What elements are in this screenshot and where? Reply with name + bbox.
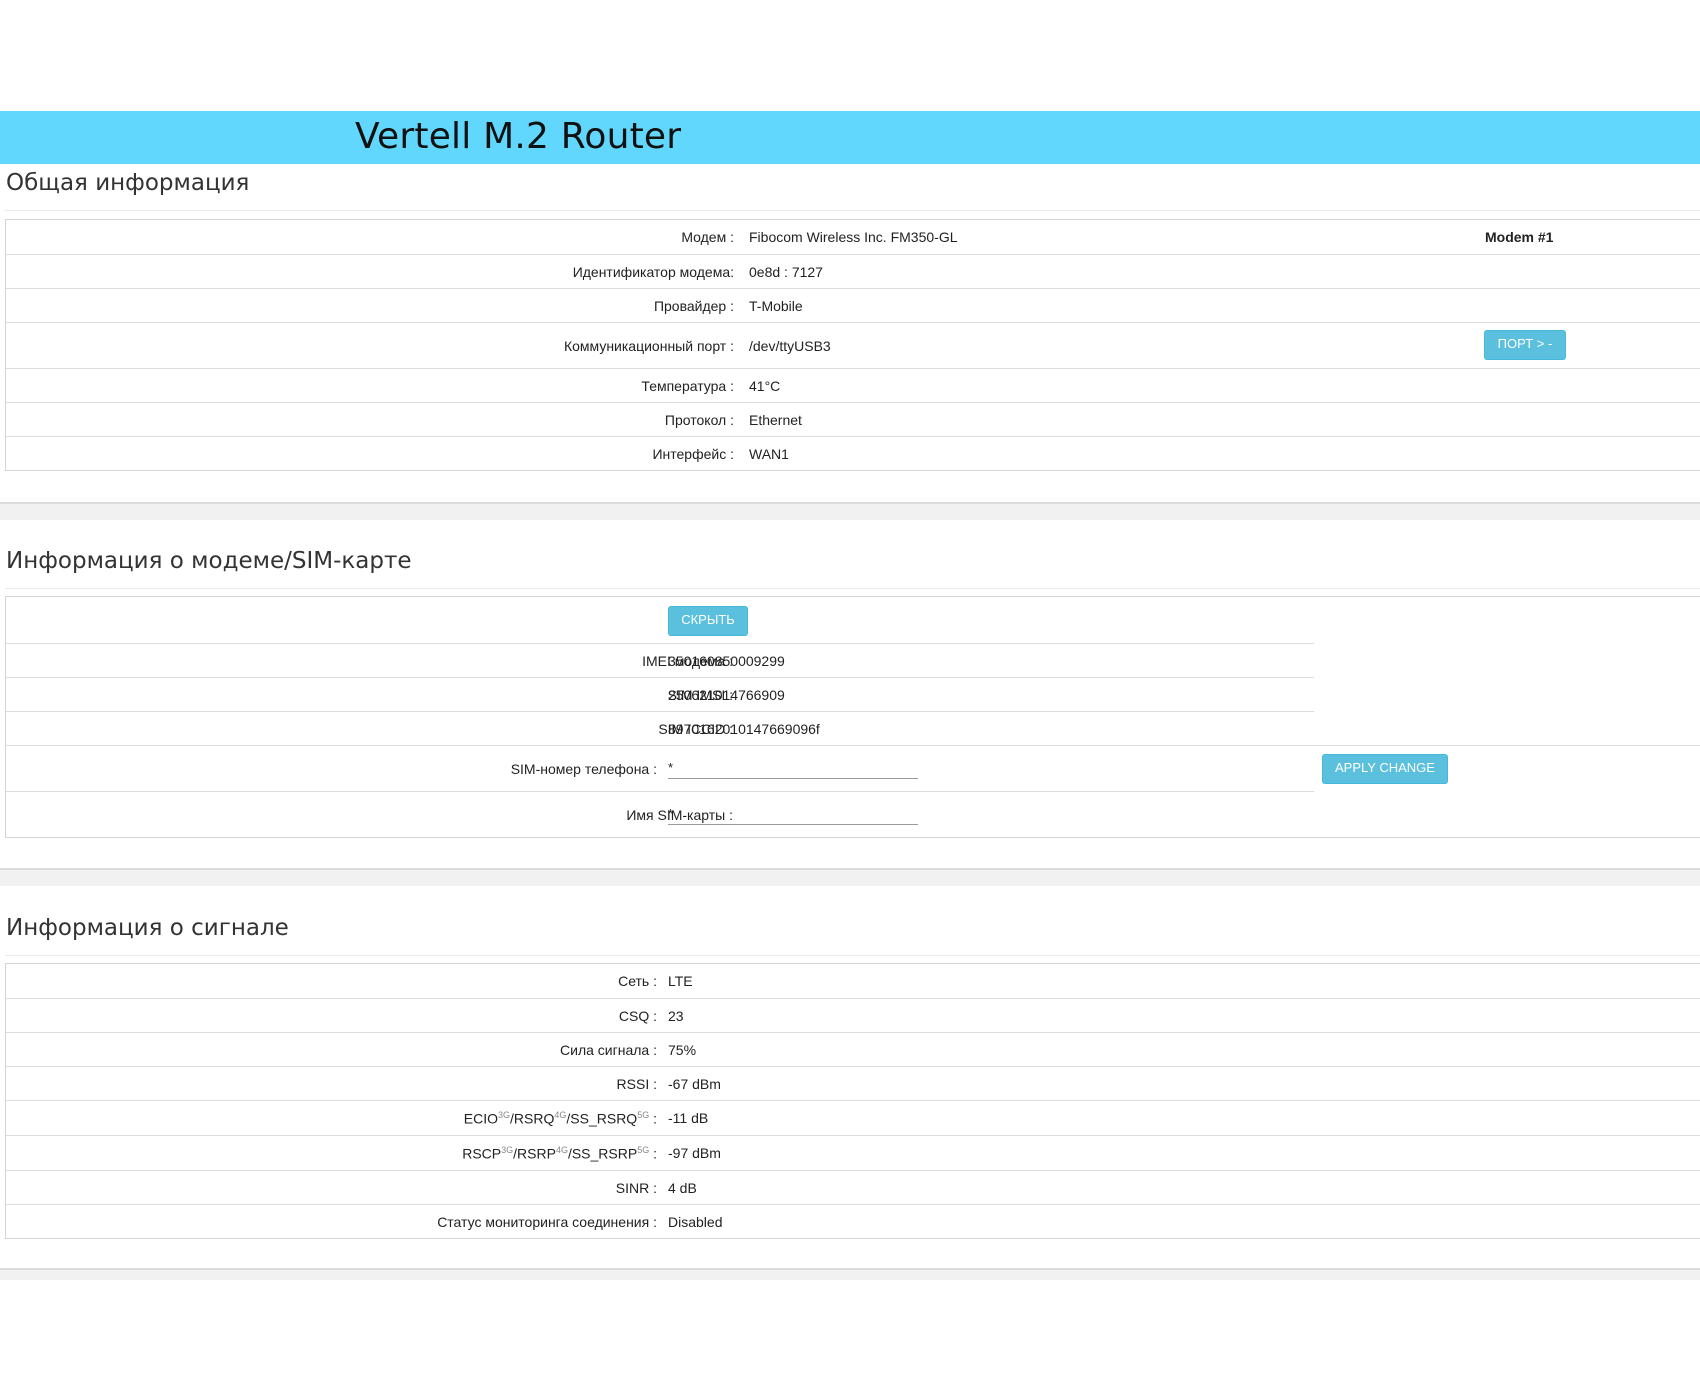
modem-id-label: Идентификатор модема: xyxy=(572,264,734,280)
signal-info-title: Информация о сигнале xyxy=(6,915,289,941)
ecio-sup: 3G xyxy=(498,1110,511,1120)
ss-rsrq-text: /SS_RSRQ xyxy=(566,1110,638,1127)
ecio-rsrq-value: -11 dB xyxy=(668,1110,709,1126)
imei-value: 350160850009299 xyxy=(668,653,785,669)
signal-strength-label: Сила сигнала : xyxy=(560,1042,657,1058)
modem-badge: Modem #1 xyxy=(1485,229,1554,245)
rssi-label: RSSI : xyxy=(616,1076,657,1092)
section-separator xyxy=(0,868,1700,886)
table-row: Сеть : LTE xyxy=(6,964,1700,998)
table-row: СКРЫТЬ xyxy=(6,597,1700,643)
divider xyxy=(5,210,1700,211)
monitoring-status-label: Статус мониторинга соединения : xyxy=(437,1214,657,1230)
signal-strength-value: 75% xyxy=(668,1042,697,1058)
table-row: ECIO3G/RSRQ4G/SS_RSRQ5G : -11 dB xyxy=(6,1100,1700,1136)
table-row: Интерфейс : WAN1 xyxy=(6,436,1700,471)
provider-value: T-Mobile xyxy=(749,298,803,314)
table-row: Протокол : Ethernet xyxy=(6,402,1700,437)
ss-rsrp-sup: 5G xyxy=(637,1145,650,1155)
rscp-rsrp-label: RSCP3G/RSRP4G/SS_RSRP5G : xyxy=(462,1145,657,1162)
router-title: Vertell M.2 Router xyxy=(355,116,682,157)
modem-value: Fibocom Wireless Inc. FM350-GL xyxy=(749,229,958,245)
table-row: Сила сигнала : 75% xyxy=(6,1032,1700,1067)
temperature-label: Температура : xyxy=(641,378,734,394)
table-row: RSSI : -67 dBm xyxy=(6,1066,1700,1101)
divider xyxy=(5,955,1700,956)
table-row: RSCP3G/RSRP4G/SS_RSRP5G : -97 dBm xyxy=(6,1135,1700,1171)
network-label: Сеть : xyxy=(618,973,657,989)
rsrq-text: /RSRQ xyxy=(510,1110,555,1127)
signal-info-table: Сеть : LTE CSQ : 23 Сила сигнала : 75% R… xyxy=(5,963,1700,1239)
hide-button[interactable]: СКРЫТЬ xyxy=(668,606,748,636)
label-end: : xyxy=(649,1145,657,1162)
rsrp-sup: 4G xyxy=(555,1145,568,1155)
table-row: Статус мониторинга соединения : Disabled xyxy=(6,1204,1700,1239)
csq-label: CSQ : xyxy=(618,1008,657,1024)
table-row: Модем : Fibocom Wireless Inc. FM350-GL M… xyxy=(6,220,1700,254)
apply-change-button[interactable]: APPLY CHANGE xyxy=(1322,754,1448,784)
sim-name-input[interactable] xyxy=(668,802,918,825)
sinr-label: SINR : xyxy=(615,1180,657,1196)
table-row: SIM-номер телефона : APPLY CHANGE xyxy=(6,745,1700,792)
protocol-value: Ethernet xyxy=(749,412,802,428)
table-row: Температура : 41°C xyxy=(6,368,1700,403)
section-separator xyxy=(0,502,1700,520)
sim-phone-label: SIM-номер телефона : xyxy=(510,761,657,777)
sim-info-table: СКРЫТЬ IMEI модема : 350160850009299 SIM… xyxy=(5,596,1700,838)
port-button[interactable]: ПОРТ > - xyxy=(1484,330,1566,360)
section-separator xyxy=(0,1268,1700,1280)
provider-label: Провайдер : xyxy=(653,298,734,314)
general-info-section: Общая информация Модем : Fibocom Wireles… xyxy=(0,164,1700,504)
header-banner: Vertell M.2 Router xyxy=(0,111,1700,164)
rsrq-sup: 4G xyxy=(554,1110,567,1120)
signal-info-section: Информация о сигнале Сеть : LTE CSQ : 23… xyxy=(0,886,1700,1286)
modem-label: Модем : xyxy=(681,229,734,245)
table-row: Коммуникационный порт : /dev/ttyUSB3 ПОР… xyxy=(6,322,1700,369)
ecio-text: ECIO xyxy=(463,1110,499,1127)
temperature-value: 41°C xyxy=(749,378,781,394)
protocol-label: Протокол : xyxy=(664,412,734,428)
table-row: Имя SIM-карты : xyxy=(6,791,1314,838)
table-row: SIM IMSI : 250621014766909 xyxy=(6,677,1314,712)
sinr-value: 4 dB xyxy=(668,1180,697,1196)
general-info-table: Модем : Fibocom Wireless Inc. FM350-GL M… xyxy=(5,219,1700,471)
ss-rsrq-sup: 5G xyxy=(637,1110,650,1120)
interface-value: WAN1 xyxy=(749,446,789,462)
rssi-value: -67 dBm xyxy=(668,1076,721,1092)
table-row: Идентификатор модема: 0e8d : 7127 xyxy=(6,254,1700,289)
interface-label: Интерфейс : xyxy=(652,446,734,462)
monitoring-status-value: Disabled xyxy=(668,1214,723,1230)
sim-imsi-value: 250621014766909 xyxy=(668,687,785,703)
table-row: SINR : 4 dB xyxy=(6,1170,1700,1205)
rscp-sup: 3G xyxy=(501,1145,514,1155)
comm-port-value: /dev/ttyUSB3 xyxy=(749,338,831,354)
table-row: SIM ICCID : 8970162010147669096f xyxy=(6,711,1314,746)
sim-info-title: Информация о модеме/SIM-карте xyxy=(6,548,412,574)
network-value: LTE xyxy=(668,973,693,989)
label-end: : xyxy=(649,1110,657,1127)
sim-phone-input[interactable] xyxy=(668,756,918,779)
general-info-title: Общая информация xyxy=(6,170,250,196)
rscp-rsrp-value: -97 dBm xyxy=(668,1145,721,1161)
sim-iccid-value: 8970162010147669096f xyxy=(668,721,820,737)
csq-value: 23 xyxy=(668,1008,684,1024)
table-row: CSQ : 23 xyxy=(6,998,1700,1033)
rscp-text: RSCP xyxy=(462,1145,502,1162)
table-row: IMEI модема : 350160850009299 xyxy=(6,643,1314,678)
comm-port-label: Коммуникационный порт : xyxy=(563,338,734,354)
table-row: Провайдер : T-Mobile xyxy=(6,288,1700,323)
rsrp-text: /RSRP xyxy=(513,1145,556,1162)
modem-id-value: 0e8d : 7127 xyxy=(749,264,823,280)
sim-info-section: Информация о модеме/SIM-карте СКРЫТЬ IME… xyxy=(0,520,1700,870)
divider xyxy=(5,588,1700,589)
ecio-rsrq-label: ECIO3G/RSRQ4G/SS_RSRQ5G : xyxy=(464,1110,657,1127)
ss-rsrp-text: /SS_RSRP xyxy=(567,1145,638,1162)
